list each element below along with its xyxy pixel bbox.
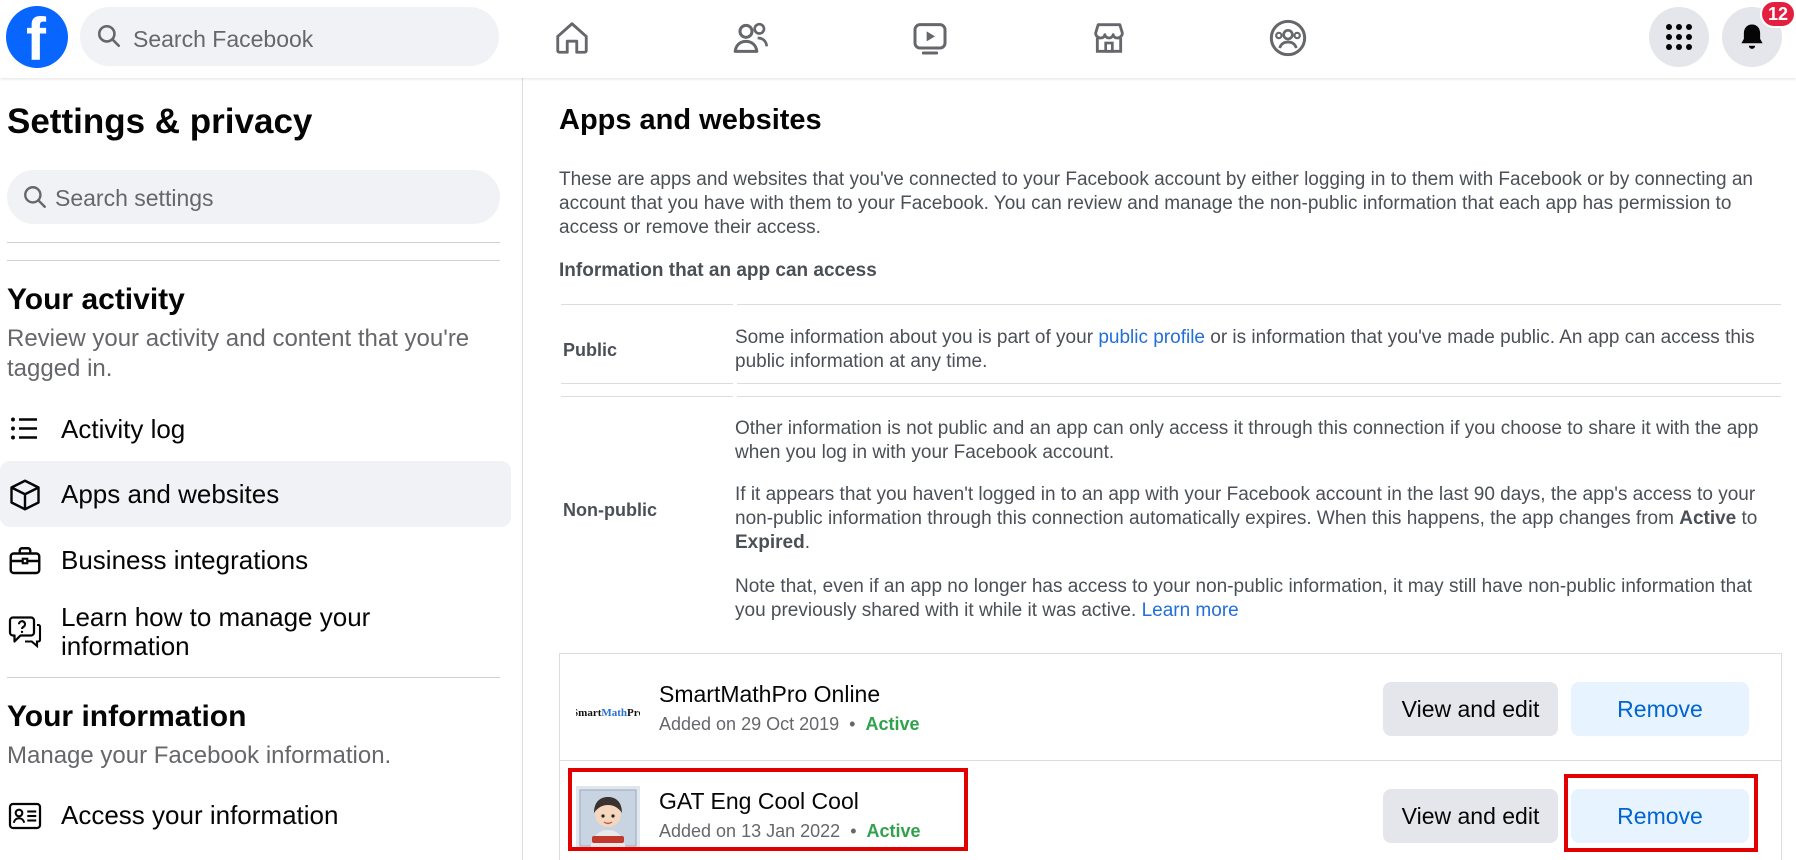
highlight-box-remove [1564,774,1758,852]
your-information-description: Manage your Facebook information. [7,742,392,769]
top-navigation-bar: f Search Facebook 12 [0,0,1796,78]
sidebar-title: Settings & privacy [7,102,313,141]
intro-paragraph: These are apps and websites that you've … [559,169,1753,238]
highlight-box-app [568,768,968,851]
non-public-paragraph-1: Other information is not public and an a… [735,418,1759,463]
info-access-subheading: Information that an app can access [559,260,877,281]
home-icon[interactable] [549,15,595,61]
page-title: Apps and websites [559,104,822,136]
smartmathpro-logo-icon: SmartMathPro [576,707,640,719]
search-icon [24,186,46,208]
divider [737,396,1781,397]
question-bubble-icon [8,616,42,649]
search-placeholder: Search settings [55,185,214,211]
non-public-text: If it appears that you haven't logged in… [735,484,1756,529]
non-public-text: . [804,532,810,553]
divider [737,304,1781,305]
settings-search-input[interactable]: Search settings [7,170,500,224]
divider [7,242,500,243]
non-public-text: Note that, even if an app no longer has … [735,576,1753,621]
learn-more-link[interactable]: Learn more [1142,600,1239,621]
view-and-edit-button[interactable]: View and edit [1383,682,1558,736]
view-and-edit-button[interactable]: View and edit [1383,789,1558,843]
divider [7,260,500,261]
divider [7,677,500,678]
divider [561,304,733,305]
divider [737,383,1781,384]
menu-grid-button[interactable] [1649,7,1709,67]
sidebar-item-business-integrations[interactable]: Business integrations [0,527,511,593]
search-placeholder: Search Facebook [133,26,314,52]
public-label: Public [563,340,618,360]
bell-icon [1741,24,1763,49]
your-information-heading: Your information [7,700,247,733]
sidebar-item-label: Business integrations [61,545,309,575]
app-name: SmartMathPro Online [659,681,881,707]
divider [561,383,733,384]
non-public-text: to [1736,508,1758,529]
sidebar-item-label: Learn how to manage your information [61,602,371,661]
app-added-date: Added on 29 Oct 2019 [659,714,840,734]
svg-text:SmartMathPro: SmartMathPro [576,707,640,719]
groups-icon[interactable] [1265,15,1311,61]
settings-sidebar: Settings & privacy Search settings Your … [0,78,523,860]
remove-button[interactable]: Remove [1571,682,1749,736]
sidebar-item-learn-manage-information[interactable]: Learn how to manage your information [0,597,511,663]
expired-term: Expired [735,532,805,553]
briefcase-icon [9,547,41,575]
public-profile-link[interactable]: public profile [1098,327,1205,348]
sidebar-item-access-your-information[interactable]: Access your information [0,782,511,848]
friends-icon[interactable] [728,15,774,61]
id-card-icon [8,802,42,830]
apps-and-websites-panel: Apps and websites These are apps and web… [559,78,1796,860]
list-icon [11,417,37,440]
watch-video-icon[interactable] [907,15,953,61]
facebook-logo-icon[interactable]: f [6,6,68,70]
public-description: Some information about you is part of yo… [735,326,1785,374]
sidebar-item-label: Access your information [61,800,339,830]
active-term: Active [1679,508,1737,529]
notification-count-badge: 12 [1760,0,1796,28]
divider [561,396,733,397]
sidebar-item-activity-log[interactable]: Activity log [0,396,511,462]
separator-dot: • [849,714,856,734]
your-activity-heading: Your activity [7,283,185,316]
grid-icon [1666,24,1692,50]
public-text: Some information about you is part of yo… [735,327,1099,348]
non-public-paragraph-3: Note that, even if an app no longer has … [735,575,1785,623]
your-activity-description: Review your activity and content that yo… [7,325,470,382]
sidebar-item-label: Apps and websites [61,479,280,509]
sidebar-item-label: Activity log [61,414,186,444]
app-row: SmartMathPro SmartMathPro Online Added o… [560,654,1781,760]
status-badge: Active [865,714,920,734]
non-public-paragraph-2: If it appears that you haven't logged in… [735,483,1785,555]
sidebar-item-apps-and-websites[interactable]: Apps and websites [0,461,511,527]
facebook-search-input[interactable]: Search Facebook [80,7,499,66]
marketplace-icon[interactable] [1086,15,1132,61]
app-added-meta: Added on 29 Oct 2019 • Active [659,714,920,735]
search-icon [97,24,121,48]
non-public-label: Non-public [563,500,657,520]
cube-icon [10,479,40,511]
